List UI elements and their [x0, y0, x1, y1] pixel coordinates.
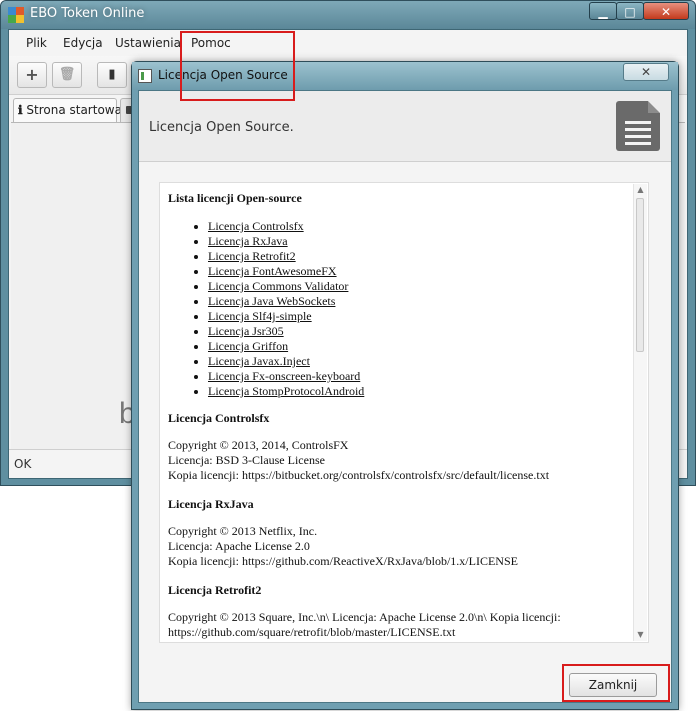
- scroll-up-arrow-icon[interactable]: ▲: [634, 184, 647, 196]
- section-body-rxjava: Copyright © 2013 Netflix, Inc. Licencja:…: [168, 524, 628, 569]
- list-item: Licencja Javax.Inject: [208, 354, 628, 369]
- tab-label: Strona startowa: [26, 103, 122, 117]
- scroll-down-arrow-icon[interactable]: ▼: [634, 629, 647, 641]
- scrollbar-thumb[interactable]: [636, 198, 644, 352]
- license-line: Copyright © 2013 Square, Inc.\n\ Licencj…: [168, 610, 561, 624]
- license-link-stompprotocolandroid[interactable]: Licencja StompProtocolAndroid: [208, 384, 364, 398]
- license-scroll-pane[interactable]: Lista licencji Open-source Licencja Cont…: [159, 182, 649, 643]
- main-titlebar[interactable]: EBO Token Online ▁ □ ✕: [1, 1, 695, 29]
- delete-button[interactable]: 🗑: [52, 62, 82, 88]
- menu-ustawienia[interactable]: Ustawienia: [115, 36, 181, 50]
- list-item: Licencja FontAwesomeFX: [208, 264, 628, 279]
- dialog-close-button[interactable]: ✕: [623, 63, 669, 81]
- license-link-jsr305[interactable]: Licencja Jsr305: [208, 324, 284, 338]
- add-button[interactable]: +: [17, 62, 47, 88]
- app-logo-icon: [8, 7, 24, 23]
- license-list-title: Lista licencji Open-source: [168, 191, 302, 205]
- highlight-box-zamknij: [562, 664, 670, 702]
- dialog-header-text: Licencja Open Source.: [149, 120, 294, 135]
- list-item: Licencja StompProtocolAndroid: [208, 384, 628, 399]
- license-line: Licencja: BSD 3-Clause License: [168, 453, 325, 467]
- maximize-button[interactable]: □: [616, 2, 644, 20]
- license-line: Kopia licencji: https://bitbucket.org/co…: [168, 468, 550, 482]
- license-link-controlsfx[interactable]: Licencja Controlsfx: [208, 219, 304, 233]
- license-link-fontawesomefx[interactable]: Licencja FontAwesomeFX: [208, 264, 337, 278]
- info-icon: ℹ: [18, 103, 23, 117]
- book-button[interactable]: ▮: [97, 62, 127, 88]
- plus-icon: +: [25, 65, 39, 84]
- license-line: Copyright © 2013 Netflix, Inc.: [168, 524, 318, 538]
- license-document: Lista licencji Open-source Licencja Cont…: [168, 191, 628, 642]
- license-link-list: Licencja Controlsfx Licencja RxJava Lice…: [168, 219, 628, 399]
- main-window-title: EBO Token Online: [30, 6, 145, 21]
- dialog-client-area: Licencja Open Source. Lista licencji Ope…: [138, 90, 672, 703]
- minimize-button[interactable]: ▁: [589, 2, 617, 20]
- license-line: Kopia licencji: https://github.com/React…: [168, 554, 518, 568]
- license-link-retrofit2[interactable]: Licencja Retrofit2: [208, 249, 296, 263]
- license-link-fx-onscreen-keyboard[interactable]: Licencja Fx-onscreen-keyboard: [208, 369, 360, 383]
- close-window-button[interactable]: ✕: [643, 2, 689, 20]
- license-link-commons-validator[interactable]: Licencja Commons Validator: [208, 279, 348, 293]
- license-link-griffon[interactable]: Licencja Griffon: [208, 339, 288, 353]
- license-link-slf4j-simple[interactable]: Licencja Slf4j-simple: [208, 309, 312, 323]
- vertical-scrollbar[interactable]: ▲ ▼: [633, 184, 647, 641]
- dialog-header: Licencja Open Source.: [139, 91, 671, 162]
- section-title-rxjava: Licencja RxJava: [168, 497, 254, 511]
- menubar: Plik Edycja Ustawienia Pomoc: [9, 30, 687, 56]
- list-item: Licencja Retrofit2: [208, 249, 628, 264]
- license-line: https://github.com/square/retrofit/blob/…: [168, 625, 456, 639]
- menu-plik[interactable]: Plik: [26, 36, 47, 50]
- section-title-retrofit2: Licencja Retrofit2: [168, 583, 262, 597]
- list-item: Licencja RxJava: [208, 234, 628, 249]
- menu-edycja[interactable]: Edycja: [63, 36, 103, 50]
- list-item: Licencja Fx-onscreen-keyboard: [208, 369, 628, 384]
- list-item: Licencja Commons Validator: [208, 279, 628, 294]
- dialog-app-icon: [138, 69, 152, 83]
- book-icon: ▮: [108, 67, 116, 82]
- list-item: Licencja Slf4j-simple: [208, 309, 628, 324]
- section-body-controlsfx: Copyright © 2013, 2014, ControlsFX Licen…: [168, 438, 628, 483]
- tab-strona-startowa[interactable]: ℹ Strona startowa: [13, 98, 122, 122]
- list-item: Licencja Java WebSockets: [208, 294, 628, 309]
- license-link-javax-inject[interactable]: Licencja Javax.Inject: [208, 354, 310, 368]
- section-title-controlsfx: Licencja Controlsfx: [168, 411, 270, 425]
- license-line: Licencja: Apache License 2.0: [168, 539, 310, 553]
- list-item: Licencja Griffon: [208, 339, 628, 354]
- status-text: OK: [14, 457, 32, 471]
- license-link-rxjava[interactable]: Licencja RxJava: [208, 234, 288, 248]
- list-item: Licencja Controlsfx: [208, 219, 628, 234]
- license-dialog: Licencja Open Source ✕ Licencja Open Sou…: [131, 61, 679, 710]
- license-link-java-websockets[interactable]: Licencja Java WebSockets: [208, 294, 335, 308]
- license-line: Copyright © 2013, 2014, ControlsFX: [168, 438, 349, 452]
- trash-icon: 🗑: [58, 67, 76, 82]
- section-body-retrofit2: Copyright © 2013 Square, Inc.\n\ Licencj…: [168, 610, 628, 640]
- list-item: Licencja Jsr305: [208, 324, 628, 339]
- highlight-box-pomoc: [180, 31, 295, 101]
- document-icon: [616, 101, 660, 151]
